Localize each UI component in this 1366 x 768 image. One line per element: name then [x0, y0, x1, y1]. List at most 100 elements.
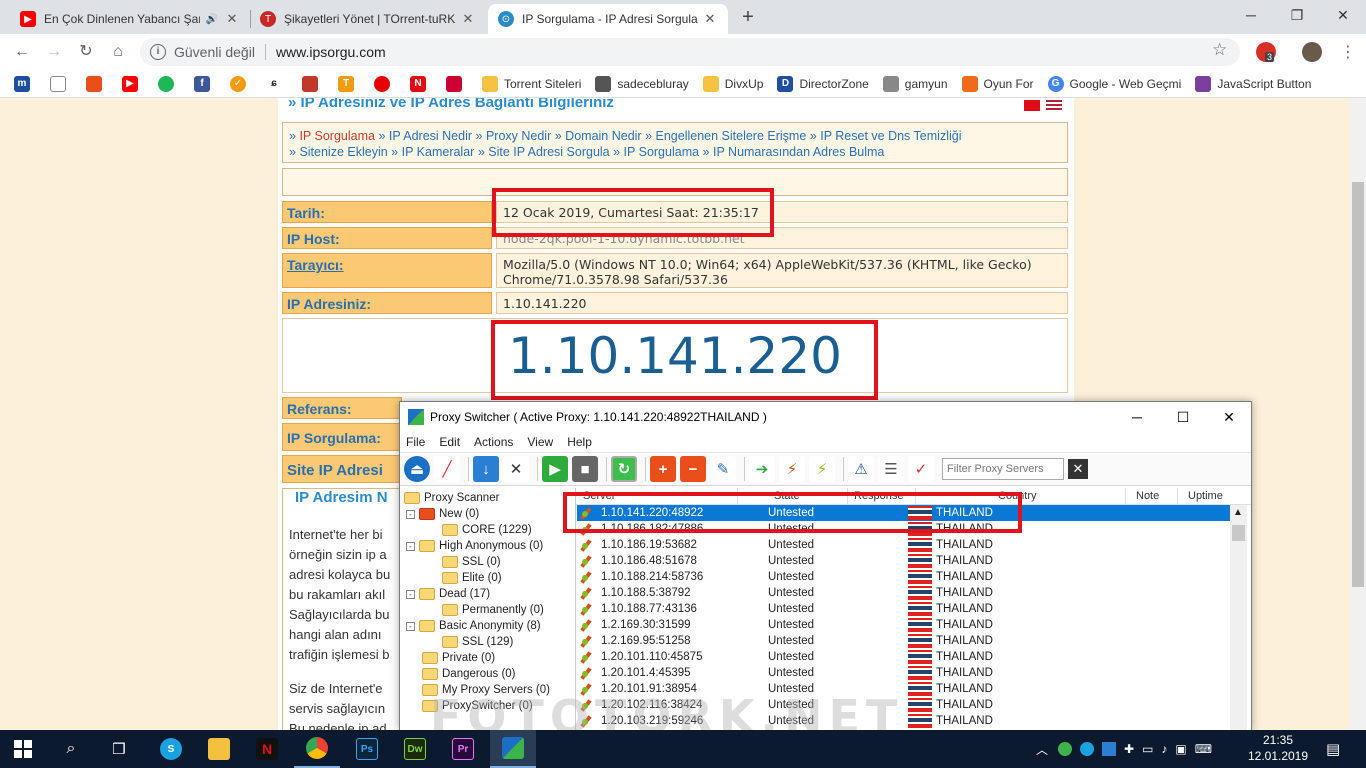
link-ip-reset[interactable]: IP Reset ve Dns Temizliği — [820, 129, 961, 143]
taskbar-app-skype[interactable]: S — [148, 730, 194, 768]
remove-icon[interactable]: − — [680, 456, 706, 482]
taskbar-app-proxyswitcher[interactable] — [490, 730, 536, 768]
restore-icon[interactable]: ❐ — [1274, 0, 1320, 30]
tree-node-high-anonymous[interactable]: - High Anonymous (0) — [406, 538, 543, 554]
bookmark-red-icon[interactable] — [446, 75, 462, 92]
link-sitenize-ekleyin[interactable]: Sitenize Ekleyin — [299, 145, 387, 159]
info-icon[interactable]: i — [150, 44, 166, 60]
close-icon[interactable]: ✕ — [460, 11, 476, 27]
tab-youtube[interactable]: ▶ En Çok Dinlenen Yabancı Şar 🔊 ✕ — [10, 4, 250, 34]
column-note[interactable]: Note — [1126, 488, 1178, 504]
table-row[interactable]: 1.10.188.214:58736 Untested THAILAND — [577, 569, 1230, 585]
wand-icon[interactable]: ╱ — [434, 456, 460, 482]
checklist-icon[interactable]: ✓ — [908, 456, 934, 482]
arrow-right-icon[interactable]: ➔ — [749, 456, 775, 482]
bookmark-directorzone[interactable]: D DirectorZone — [777, 75, 869, 92]
link-ip-sorgulama[interactable]: IP Sorgulama — [299, 129, 375, 143]
tree-node-basic-anonymity[interactable]: - Basic Anonymity (8) — [406, 618, 541, 634]
turkish-flag-icon[interactable] — [1024, 100, 1040, 111]
link-site-ip-sorgula[interactable]: Site IP Adresi Sorgula — [488, 145, 609, 159]
english-flag-icon[interactable] — [1046, 100, 1062, 111]
link-ip-sorgulama-2[interactable]: IP Sorgulama — [624, 145, 700, 159]
collapse-icon[interactable]: - — [406, 589, 415, 599]
taskbar-app-explorer[interactable] — [196, 730, 242, 768]
taskbar-app-chrome[interactable] — [294, 730, 340, 768]
tray-skype-icon[interactable] — [1080, 742, 1095, 756]
clock[interactable]: 21:35 12.01.2019 — [1245, 732, 1311, 764]
reload-icon[interactable]: ↻ — [74, 40, 98, 64]
menu-file[interactable]: File — [406, 435, 425, 449]
close-icon[interactable]: ✕ — [702, 11, 718, 27]
table-row[interactable]: 1.20.101.110:45875 Untested THAILAND — [577, 649, 1230, 665]
table-row[interactable]: 1.10.188.5:38792 Untested THAILAND — [577, 585, 1230, 601]
tree-node-ssl[interactable]: SSL (0) — [442, 554, 501, 570]
bookmark-star-icon[interactable]: ☆ — [1212, 40, 1227, 60]
speaker-icon[interactable]: 🔊 — [206, 14, 218, 25]
table-row[interactable]: 1.10.188.77:43136 Untested THAILAND — [577, 601, 1230, 617]
tree-node-private[interactable]: Private (0) — [422, 650, 495, 666]
bookmark-oyun-for[interactable]: Oyun For — [961, 75, 1034, 92]
clear-filter-icon[interactable]: ✕ — [1068, 459, 1088, 479]
menu-kebab-icon[interactable]: ⋮ — [1340, 42, 1356, 62]
check-icon[interactable]: ✓ — [230, 75, 246, 92]
play-icon[interactable]: ▶ — [542, 456, 568, 482]
taskbar-app-netflix[interactable]: N — [244, 730, 290, 768]
menu-edit[interactable]: Edit — [439, 435, 460, 449]
table-row[interactable]: 1.20.101.4:45395 Untested THAILAND — [577, 665, 1230, 681]
tree-node-dead[interactable]: - Dead (17) — [406, 586, 490, 602]
link-engellenen-siteler[interactable]: Engellenen Sitelere Erişme — [656, 129, 807, 143]
link-proxy-nedir[interactable]: Proxy Nedir — [486, 129, 551, 143]
tree-node-ssl-129[interactable]: SSL (129) — [442, 634, 513, 650]
keyboard-icon[interactable]: ⌨ — [1195, 742, 1212, 756]
table-row[interactable]: 1.10.186.48:51678 Untested THAILAND — [577, 553, 1230, 569]
adblock-extension-icon[interactable]: 3 — [1256, 42, 1276, 62]
tray-shield-icon[interactable]: ✚ — [1124, 742, 1134, 756]
utorrent-icon[interactable] — [1058, 742, 1073, 756]
delete-icon[interactable]: ✕ — [503, 456, 529, 482]
bookmark-face-icon[interactable] — [302, 75, 318, 92]
browser-label[interactable]: Tarayıcı: — [282, 253, 492, 288]
netflix-icon[interactable]: N — [410, 75, 426, 92]
collapse-icon[interactable]: - — [406, 541, 415, 551]
bookmark-m-icon[interactable]: m — [14, 75, 30, 92]
tree-node-proxy-scanner[interactable]: Proxy Scanner — [404, 490, 499, 506]
bookmark-google[interactable]: G Google - Web Geçmi — [1047, 75, 1181, 92]
new-tab-button[interactable]: + — [737, 6, 759, 28]
tab-ip-sorgulama[interactable]: ⊙ IP Sorgulama - IP Adresi Sorgula ✕ — [488, 4, 728, 34]
action-center-icon[interactable]: ▤ — [1326, 730, 1340, 768]
window-titlebar[interactable]: Proxy Switcher ( Active Proxy: 1.10.141.… — [400, 402, 1251, 432]
vodafone-icon[interactable] — [374, 75, 390, 92]
bookmark-torrent-siteleri[interactable]: Torrent Siteleri — [482, 75, 581, 92]
search-icon[interactable]: ⌕ — [48, 730, 94, 768]
tab-torrent-turk[interactable]: T Şikayetleri Yönet | TOrrent-tuRK ✕ — [250, 4, 486, 34]
spotify-icon[interactable] — [158, 75, 174, 92]
disconnect-plug-icon[interactable]: ⚡ — [809, 456, 835, 482]
home-icon[interactable]: ⌂ — [106, 40, 130, 64]
maximize-icon[interactable]: ☐ — [1160, 402, 1206, 432]
avatar[interactable] — [1302, 42, 1322, 62]
tree-node-permanently[interactable]: Permanently (0) — [442, 602, 544, 618]
bookmark-t-icon[interactable]: T — [338, 75, 354, 92]
download-icon[interactable]: ↓ — [473, 456, 499, 482]
volume-icon[interactable]: ♪ — [1161, 742, 1167, 756]
scroll-up-icon[interactable]: ▲ — [1233, 507, 1243, 518]
back-icon[interactable]: ← — [10, 40, 34, 64]
refresh-icon[interactable]: ↻ — [611, 456, 637, 482]
link-domain-nedir[interactable]: Domain Nedir — [565, 129, 641, 143]
list-scrollbar-thumb[interactable] — [1232, 525, 1245, 541]
tree-node-elite[interactable]: Elite (0) — [442, 570, 502, 586]
taskbar-app-premiere[interactable]: Pr — [440, 730, 486, 768]
bookmark-sadecebluray[interactable]: sadecebluray — [595, 75, 689, 92]
list-scrollbar[interactable]: ▲ — [1230, 505, 1247, 730]
minimize-icon[interactable]: ─ — [1114, 402, 1160, 432]
filter-input[interactable]: Filter Proxy Servers — [942, 458, 1064, 480]
tree-node-core[interactable]: CORE (1229) — [442, 522, 532, 538]
table-row[interactable]: 1.2.169.30:31599 Untested THAILAND — [577, 617, 1230, 633]
bookmark-orange-icon[interactable] — [86, 75, 102, 92]
menu-view[interactable]: View — [527, 435, 553, 449]
bookmark-gamyun[interactable]: gamyun — [882, 75, 948, 92]
forward-icon[interactable]: → — [42, 40, 66, 64]
tree-node-new[interactable]: - New (0) — [406, 506, 479, 522]
table-row[interactable]: 1.10.186.19:53682 Untested THAILAND — [577, 537, 1230, 553]
tray-chevron-up-icon[interactable]: ︿ — [1036, 741, 1048, 758]
